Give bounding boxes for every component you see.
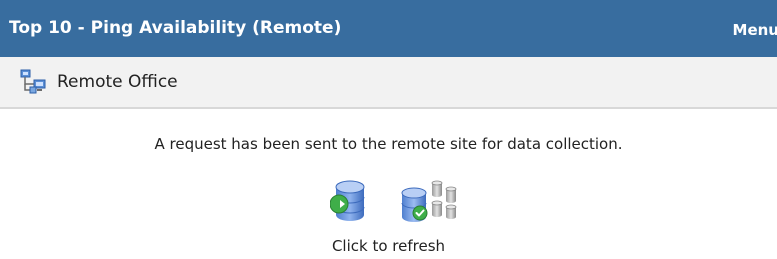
menu-button[interactable]: Menu [733,0,777,60]
widget-titlebar: Top 10 - Ping Availability (Remote) Menu [0,0,777,57]
refresh-link[interactable]: Click to refresh [332,237,445,255]
widget-title: Top 10 - Ping Availability (Remote) [9,18,342,38]
database-cluster-check-icon[interactable] [398,179,468,225]
network-nodes-icon [20,69,46,94]
status-message: A request has been sent to the remote si… [154,135,623,153]
status-icons [330,179,480,229]
remote-office-header: Remote Office [0,57,777,109]
remote-office-label: Remote Office [57,72,178,92]
ping-availability-widget: Top 10 - Ping Availability (Remote) Menu… [0,0,777,259]
database-send-icon[interactable] [330,179,370,225]
refresh-area: Click to refresh [0,237,777,255]
widget-body: A request has been sent to the remote si… [0,109,777,259]
